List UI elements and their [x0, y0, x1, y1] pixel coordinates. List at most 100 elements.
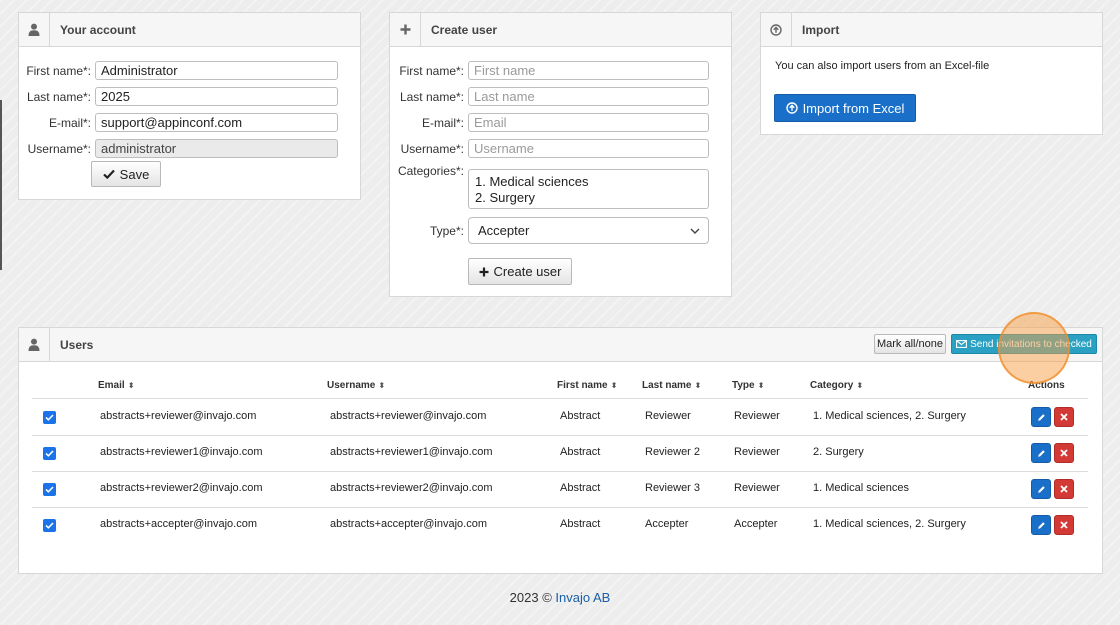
- first-name-column-header[interactable]: First name ⬍: [557, 380, 617, 391]
- user-icon: [19, 328, 50, 361]
- category-cell: 1. Medical sciences, 2. Surgery: [813, 518, 966, 530]
- account-last-name-input[interactable]: [95, 87, 338, 106]
- last-name-column-header[interactable]: Last name ⬍: [642, 380, 701, 391]
- type-cell: Reviewer: [734, 446, 780, 458]
- create-last-name-row: Last name*:: [389, 87, 709, 106]
- category-cell: 2. Surgery: [813, 446, 864, 458]
- first-name-column-label: First name: [557, 380, 608, 391]
- mark-all-none-button[interactable]: Mark all/none: [874, 334, 946, 354]
- create-email-input[interactable]: [468, 113, 709, 132]
- last-name-column-label: Last name: [642, 380, 692, 391]
- pencil-icon: [1037, 485, 1045, 493]
- delete-button[interactable]: [1054, 479, 1074, 499]
- create-user-panel-header: Create user: [390, 13, 731, 47]
- row-checkbox[interactable]: [43, 411, 56, 424]
- row-checkbox[interactable]: [43, 447, 56, 460]
- create-last-name-input[interactable]: [468, 87, 709, 106]
- type-cell: Reviewer: [734, 410, 780, 422]
- import-button-label: Import from Excel: [802, 100, 905, 116]
- email-cell: abstracts+accepter@invajo.com: [100, 518, 257, 530]
- create-username-row: Username*:: [389, 139, 709, 158]
- email-cell: abstracts+reviewer2@invajo.com: [100, 482, 263, 494]
- account-panel-header: Your account: [19, 13, 360, 47]
- username-cell: abstracts+reviewer@invajo.com: [330, 410, 487, 422]
- username-column-header[interactable]: Username ⬍: [327, 380, 385, 391]
- account-email-input[interactable]: [95, 113, 338, 132]
- category-column-header[interactable]: Category ⬍: [810, 380, 863, 391]
- account-username-input: [95, 139, 338, 158]
- check-icon: [45, 414, 54, 421]
- category-option[interactable]: 2. Surgery: [475, 190, 702, 206]
- category-option[interactable]: 1. Medical sciences: [475, 174, 702, 190]
- category-cell: 1. Medical sciences: [813, 482, 909, 494]
- first-name-cell: Abstract: [560, 518, 601, 530]
- type-select-value: Accepter: [478, 223, 530, 238]
- close-icon: [1060, 413, 1068, 421]
- create-first-name-input[interactable]: [468, 61, 709, 80]
- create-user-button-label: Create user: [493, 264, 562, 279]
- footer-company-link[interactable]: Invajo AB: [555, 590, 610, 605]
- send-invitations-button[interactable]: Send invitations to checked: [951, 334, 1097, 354]
- type-column-header[interactable]: Type ⬍: [732, 380, 764, 391]
- create-last-name-label: Last name*:: [399, 89, 464, 104]
- email-column-label: Email: [98, 380, 125, 391]
- email-cell: abstracts+reviewer1@invajo.com: [100, 446, 263, 458]
- save-button-label: Save: [119, 166, 150, 182]
- last-name-cell: Reviewer 3: [645, 482, 701, 494]
- close-icon: [1060, 485, 1068, 493]
- categories-listbox[interactable]: 1. Medical sciences 2. Surgery: [468, 169, 709, 209]
- row-checkbox[interactable]: [43, 519, 56, 532]
- sort-icon: ⬍: [694, 381, 702, 390]
- category-column-label: Category: [810, 380, 854, 391]
- account-first-name-row: First name*:: [18, 61, 338, 80]
- row-divider: [32, 507, 1088, 508]
- create-email-label: E-mail*:: [421, 115, 464, 130]
- type-label: Type*:: [429, 224, 464, 238]
- create-user-panel-title: Create user: [431, 22, 498, 37]
- edit-button[interactable]: [1031, 515, 1051, 535]
- check-icon: [45, 522, 54, 529]
- edit-button[interactable]: [1031, 479, 1051, 499]
- create-first-name-label: First name*:: [399, 63, 464, 78]
- first-name-cell: Abstract: [560, 410, 601, 422]
- user-icon: [19, 13, 50, 46]
- delete-button[interactable]: [1054, 443, 1074, 463]
- account-username-row: Username*:: [18, 139, 338, 158]
- create-username-input[interactable]: [468, 139, 709, 158]
- footer: 2023 © Invajo AB: [0, 590, 1120, 605]
- check-icon: [102, 169, 115, 179]
- last-name-label: Last name*:: [26, 89, 91, 104]
- email-label: E-mail*:: [48, 115, 91, 130]
- account-first-name-input[interactable]: [95, 61, 338, 80]
- category-cell: 1. Medical sciences, 2. Surgery: [813, 410, 966, 422]
- sort-icon: ⬍: [856, 381, 864, 390]
- edit-button[interactable]: [1031, 443, 1051, 463]
- delete-button[interactable]: [1054, 407, 1074, 427]
- pencil-icon: [1037, 521, 1045, 529]
- delete-button[interactable]: [1054, 515, 1074, 535]
- type-cell: Reviewer: [734, 482, 780, 494]
- page: Your account First name*: Last name*: E-…: [0, 0, 1120, 625]
- username-cell: abstracts+accepter@invajo.com: [330, 518, 487, 530]
- first-name-cell: Abstract: [560, 482, 601, 494]
- sort-icon: ⬍: [610, 381, 618, 390]
- type-cell: Accepter: [734, 518, 778, 530]
- create-username-label: Username*:: [400, 141, 464, 156]
- account-panel-title: Your account: [60, 22, 136, 37]
- import-from-excel-button[interactable]: Import from Excel: [774, 94, 916, 122]
- actions-column-label: Actions: [1028, 380, 1065, 391]
- last-name-cell: Accepter: [645, 518, 689, 530]
- pencil-icon: [1037, 413, 1045, 421]
- username-label: Username*:: [27, 141, 91, 156]
- sort-icon: ⬍: [378, 381, 386, 390]
- type-select[interactable]: Accepter: [468, 217, 709, 244]
- first-name-label: First name*:: [26, 63, 91, 78]
- edit-button[interactable]: [1031, 407, 1051, 427]
- save-button[interactable]: Save: [91, 161, 161, 187]
- import-panel-title: Import: [802, 22, 840, 37]
- email-column-header[interactable]: Email ⬍: [98, 380, 134, 391]
- upload-circle-icon: [785, 102, 798, 114]
- row-divider: [32, 435, 1088, 436]
- row-checkbox[interactable]: [43, 483, 56, 496]
- create-user-button[interactable]: Create user: [468, 258, 572, 285]
